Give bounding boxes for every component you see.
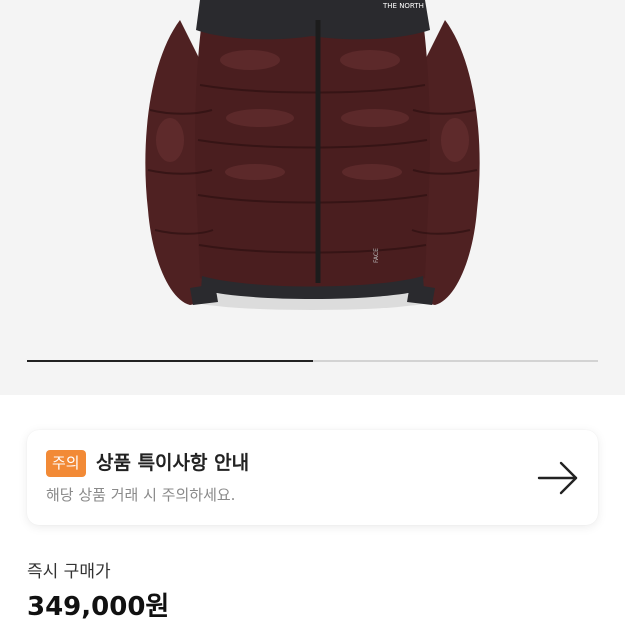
price-label: 즉시 구매가 [27,562,111,582]
brand-logo-text: THE NORTH [382,2,424,10]
notice-title: 상품 특이사항 안내 [96,452,250,474]
carousel-progress [27,360,598,362]
notice-card[interactable]: 주의 상품 특이사항 안내 해당 상품 거래 시 주의하세요. [27,430,598,525]
price-value: 349,000원 [27,592,170,622]
notice-subtitle: 해당 상품 거래 시 주의하세요. [46,486,236,504]
arrow-right-icon[interactable] [537,460,579,496]
jacket-photo: THE NORTH FACE [145,0,480,310]
product-image[interactable]: THE NORTH FACE [0,0,625,395]
brand-logo-small: FACE [373,248,380,263]
warning-badge: 주의 [46,450,86,477]
carousel-progress-fill [27,360,313,362]
